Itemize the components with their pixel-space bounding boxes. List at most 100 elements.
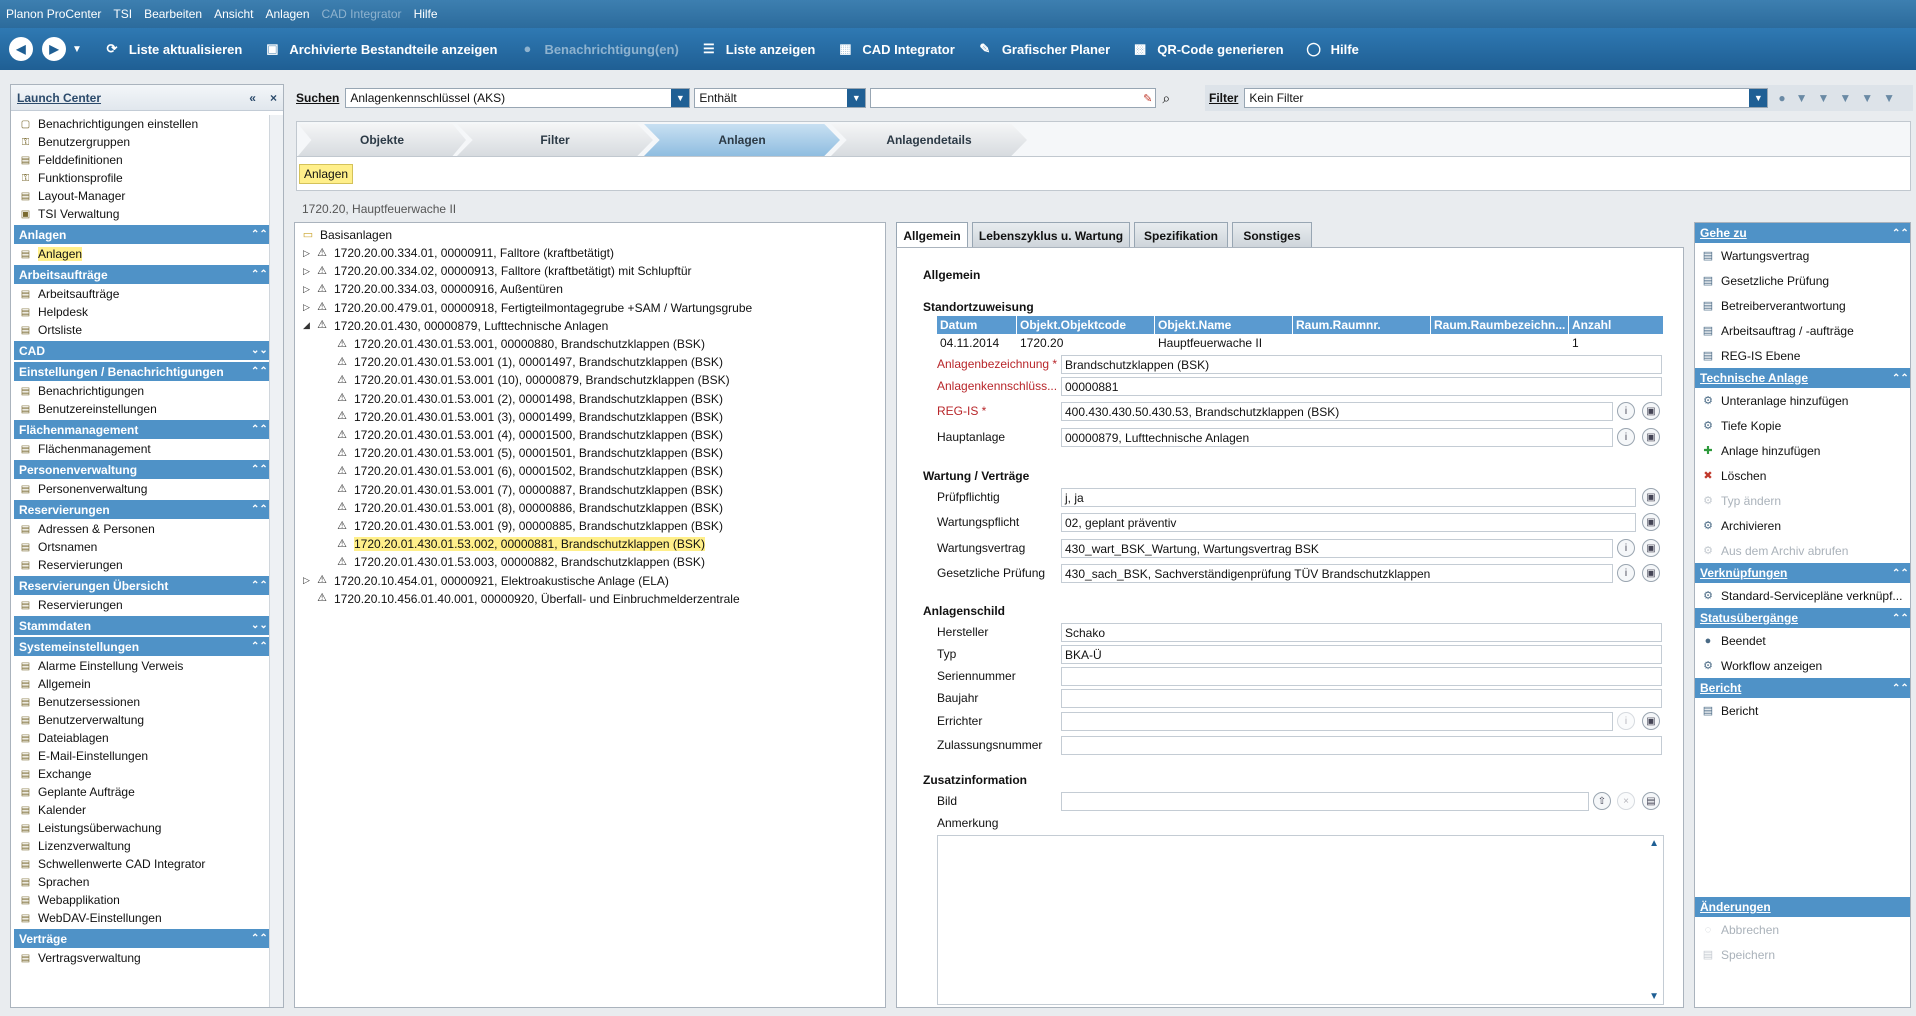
list-item[interactable]: ▤ Arbeitsaufträge [11,285,269,303]
column-header[interactable]: Raum.Raumbezeichn... [1431,316,1569,334]
tab-allgemein[interactable]: Allgemein [896,222,968,249]
section-header[interactable]: Personenverwaltung ⌃⌃ [14,460,269,479]
expand-icon[interactable]: ▷ [303,284,315,295]
tree-node[interactable]: ⚠ 1720.20.01.430.01.53.001 (10), 00000879… [335,371,730,389]
collapse-icon[interactable]: ⌃⌃ [251,580,269,591]
section-header[interactable]: Reservierungen ⌃⌃ [14,500,269,519]
close-panel-icon[interactable]: × [270,91,277,105]
folder-icon[interactable]: ▤ [1642,792,1660,810]
tab-sonstiges[interactable]: Sonstiges [1232,222,1312,248]
list-item[interactable]: ▤ Felddefinitionen [11,151,269,169]
side-section-header[interactable]: Verknüpfungen ⌃⌃ [1695,563,1910,583]
list-item[interactable]: ▤ Dateiablagen [11,729,269,747]
splitter-handle[interactable] [887,222,893,1008]
section-header[interactable]: Systemeinstellungen ⌃⌃ [14,637,269,656]
tree-node[interactable]: ▷ ⚠ 1720.20.00.334.03, 00000916, Außentüre… [303,280,563,298]
bild-field[interactable] [1061,792,1589,811]
collapse-icon[interactable]: ⌃⌃ [251,464,269,475]
collapse-icon[interactable]: ⌃⌃ [251,366,269,377]
side-action[interactable]: ✚ Anlage hinzufügen [1695,438,1910,463]
expand-icon[interactable]: ▷ [303,302,315,313]
wartungsvertrag-field[interactable]: 430_wart_BSK_Wartung, Wartungsvertrag BS… [1061,539,1613,558]
side-action[interactable]: ⚙ Unteranlage hinzufügen [1695,388,1910,413]
regis-field[interactable]: 400.430.430.50.430.53, Brandschutzklappe… [1061,402,1613,421]
list-item[interactable]: ▤ Lizenzverwaltung [11,837,269,855]
side-action[interactable]: ▤ Bericht [1695,698,1910,723]
refresh-list-button[interactable]: ⟳ Liste aktualisieren [104,41,242,57]
info-icon[interactable]: i [1617,402,1635,420]
list-item[interactable]: ▤ Anlagen [11,245,269,263]
menu-planon[interactable]: Planon ProCenter [6,7,101,21]
anlagenbezeichnung-field[interactable]: Brandschutzklappen (BSK) [1061,355,1662,374]
collapse-icon[interactable]: ⌃⌃ [251,641,269,652]
filter-edit-icon[interactable]: ▼ [1839,91,1851,105]
tab-spezifikation[interactable]: Spezifikation [1134,222,1228,248]
pruefpflichtig-field[interactable]: j, ja [1061,488,1636,507]
list-item[interactable]: ▤ Schwellenwerte CAD Integrator [11,855,269,873]
lookup-icon[interactable]: ▣ [1642,428,1660,446]
filter-clear-icon[interactable]: ● [1778,91,1785,105]
tree-node[interactable]: ▷ ⚠ 1720.20.10.454.01, 00000921, Elektroak… [303,572,669,590]
gesetzliche-pruefung-field[interactable]: 430_sach_BSK, Sachverständigenprüfung TÜ… [1061,564,1613,583]
crumb-anlagen[interactable]: Anlagen [644,124,840,156]
lookup-icon[interactable]: ▣ [1642,712,1660,730]
tree-node[interactable]: ⚠ 1720.20.01.430.01.53.001 (6), 00001502,… [335,462,723,480]
anmerkung-textarea[interactable]: ▲ ▼ [937,835,1664,1005]
list-item[interactable]: ⚿ Funktionsprofile [11,169,269,187]
show-list-button[interactable]: ☰ Liste anzeigen [701,41,815,57]
side-section-header[interactable]: Bericht ⌃⌃ [1695,678,1910,698]
side-action[interactable]: ● Beendet [1695,628,1910,653]
scroll-up-icon[interactable]: ▲ [1649,838,1659,849]
tree-root[interactable]: ▭ Basisanlagen [301,226,392,244]
list-item[interactable]: ▤ Leistungsüberwachung [11,819,269,837]
section-header[interactable]: Verträge ⌃⌃ [14,929,269,948]
typ-field[interactable]: BKA-Ü [1061,645,1662,664]
lookup-icon[interactable]: ▣ [1642,513,1660,531]
expand-icon[interactable]: ▷ [303,266,315,277]
scroll-down-icon[interactable]: ▼ [1649,991,1659,1002]
seriennummer-field[interactable] [1061,667,1662,686]
list-item[interactable]: ▤ Benachrichtigungen [11,382,269,400]
menu-bearbeiten[interactable]: Bearbeiten [144,7,202,21]
collapse-icon[interactable]: ⌃⌃ [251,424,269,435]
side-section-header[interactable]: Technische Anlage ⌃⌃ [1695,368,1910,388]
tree-node[interactable]: ⚠ 1720.20.01.430.01.53.001, 00000880, Bra… [335,335,705,353]
collapse-icon[interactable]: ⌃⌃ [1892,568,1910,579]
section-header[interactable]: Flächenmanagement ⌃⌃ [14,420,269,439]
side-section-header[interactable]: Statusübergänge ⌃⌃ [1695,608,1910,628]
list-item[interactable]: ▤ Benutzersessionen [11,693,269,711]
tree-node[interactable]: ◢ ⚠ 1720.20.01.430, 00000879, Lufttechnisc… [303,317,608,335]
list-item[interactable]: ▤ Benutzereinstellungen [11,400,269,418]
list-item[interactable]: ▤ Exchange [11,765,269,783]
tree-node[interactable]: ⚠ 1720.20.01.430.01.53.001 (5), 00001501,… [335,444,723,462]
collapse-icon[interactable]: ⌃⌃ [1892,613,1910,624]
expand-icon[interactable]: ▷ [303,248,315,259]
tree-node[interactable]: ⚠ 1720.20.01.430.01.53.001 (9), 00000885,… [335,517,723,535]
aks-field[interactable]: 00000881 [1061,377,1662,396]
section-header[interactable]: Einstellungen / Benachrichtigungen ⌃⌃ [14,362,269,381]
show-archived-button[interactable]: ▣ Archivierte Bestandteile anzeigen [264,41,497,57]
side-action[interactable]: ⚙ Standard-Servicepläne verknüpf... [1695,583,1910,608]
column-header[interactable]: Objekt.Name [1155,316,1293,334]
list-item[interactable]: ▤ Reservierungen [11,596,269,614]
expand-icon[interactable]: ⌄⌄ [251,345,269,356]
filter-select[interactable]: Kein Filter ▼ [1244,88,1769,108]
section-header[interactable]: Arbeitsaufträge ⌃⌃ [14,265,269,284]
list-item[interactable]: ▤ Sprachen [11,873,269,891]
menu-hilfe[interactable]: Hilfe [414,7,438,21]
tree-node[interactable]: ⚠ 1720.20.01.430.01.53.001 (7), 00000887,… [335,481,723,499]
info-icon[interactable]: i [1617,428,1635,446]
expand-icon[interactable]: ⌄⌄ [251,620,269,631]
side-action[interactable]: ▤ Betreiberverantwortung [1695,293,1910,318]
tree-node[interactable]: ⚠ 1720.20.01.430.01.53.001 (8), 00000886,… [335,499,723,517]
column-header[interactable]: Objekt.Objektcode [1017,316,1155,334]
tree-node[interactable]: ▷ ⚠ 1720.20.00.479.01, 00000918, Fertigtei… [303,299,752,317]
list-item[interactable]: ▤ Kalender [11,801,269,819]
search-icon[interactable]: ⌕ [1162,90,1170,107]
column-header[interactable]: Datum [937,316,1017,334]
tree-node[interactable]: ⚠ 1720.20.01.430.01.53.001 (3), 00001499,… [335,408,723,426]
collapse-icon[interactable]: ◢ [303,320,315,331]
tree-node[interactable]: ▷ ⚠ 1720.20.00.334.02, 00000913, Falltore … [303,262,692,280]
list-item[interactable]: ▤ Personenverwaltung [11,480,269,498]
qr-code-button[interactable]: ▩ QR-Code generieren [1132,41,1284,57]
